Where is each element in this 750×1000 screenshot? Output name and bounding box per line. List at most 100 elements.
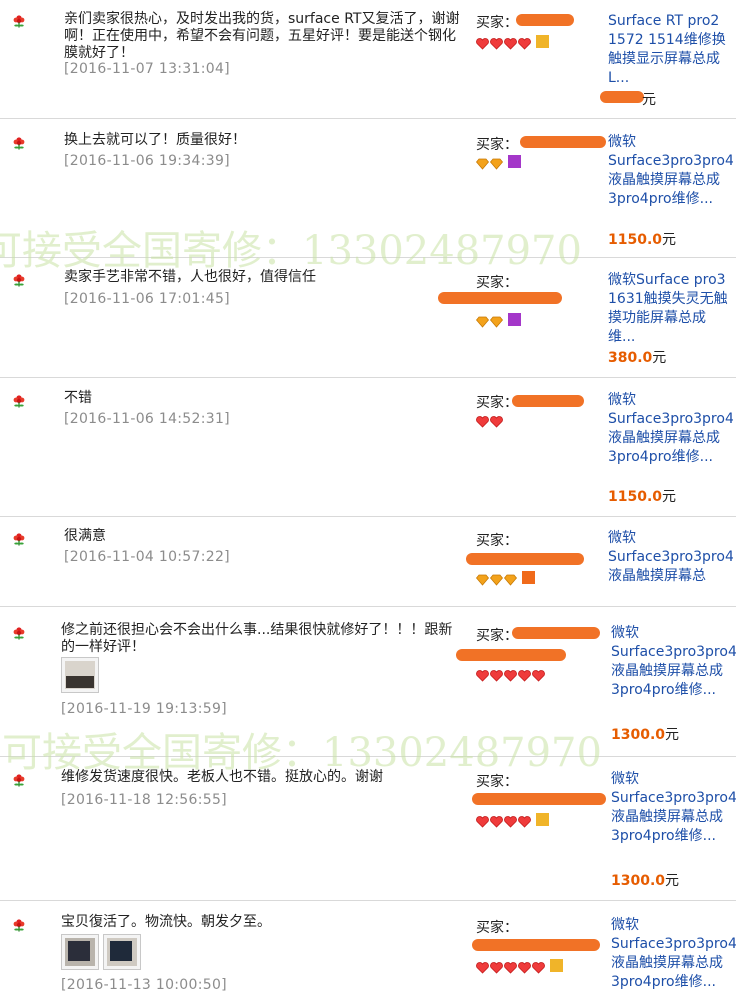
price-value: 1150.0	[608, 232, 663, 248]
price: 380.0元	[608, 347, 666, 367]
flower-icon	[12, 14, 26, 28]
flower-icon	[12, 394, 26, 408]
buyer-rank	[476, 667, 546, 682]
review-date: [2016-11-19 19:13:59]	[61, 701, 227, 717]
redaction-mark	[516, 14, 574, 26]
vip-badge-icon	[536, 35, 549, 48]
heart-rank-icon	[504, 813, 517, 832]
heart-rank-icon	[476, 813, 489, 832]
vip-badge-icon	[508, 313, 521, 326]
heart-rank-icon	[518, 959, 531, 978]
diamond-rank-icon	[503, 571, 518, 590]
review-row: 卖家手艺非常不错，人也很好，值得信任 [2016-11-06 17:01:45]…	[0, 258, 736, 378]
price: 1150.0元	[608, 486, 676, 506]
review-comment: 不错	[64, 390, 92, 406]
review-comment: 换上去就可以了！质量很好！	[64, 132, 246, 148]
product-link[interactable]: 微软Surface3pro3pro4液晶触摸屏幕总	[608, 529, 733, 599]
price-value: 1300.0	[611, 873, 666, 889]
heart-rank-icon	[476, 413, 489, 432]
buyer-rank	[475, 571, 536, 586]
review-comment: 修之前还很担心会不会出什么事...结果很快就修好了！！！跟新的一样好评！	[61, 622, 453, 655]
product-link[interactable]: 微软Surface pro3 1631触摸失灵无触摸功能屏幕总成维...	[608, 271, 733, 347]
price-value: 380.0	[608, 350, 653, 366]
diamond-rank-icon	[489, 313, 504, 332]
buyer-label: 买家：	[476, 920, 518, 936]
flower-icon	[12, 773, 26, 787]
heart-rank-icon	[532, 667, 545, 686]
heart-rank-icon	[490, 35, 503, 54]
flower-icon	[12, 136, 26, 150]
product-link[interactable]: 微软Surface3pro3pro4液晶触摸屏幕总成3pro4pro维修...	[608, 133, 733, 229]
review-photo-thumbnail[interactable]	[61, 657, 99, 693]
heart-rank-icon	[476, 959, 489, 978]
heart-rank-icon	[504, 959, 517, 978]
review-date: [2016-11-06 19:34:39]	[64, 153, 230, 169]
heart-rank-icon	[490, 959, 503, 978]
heart-rank-icon	[490, 413, 503, 432]
product-link[interactable]: 微软Surface3pro3pro4液晶触摸屏幕总成3pro4pro维修...	[611, 624, 736, 720]
redaction-mark	[472, 939, 600, 951]
price: 1300.0元	[611, 870, 679, 890]
buyer-label: 买家：	[476, 533, 518, 549]
heart-rank-icon	[490, 667, 503, 686]
heart-rank-icon	[504, 35, 517, 54]
flower-icon	[12, 273, 26, 287]
review-date: [2016-11-18 12:56:55]	[61, 792, 227, 808]
heart-rank-icon	[504, 667, 517, 686]
price: 元	[642, 89, 656, 109]
review-row: 修之前还很担心会不会出什么事...结果很快就修好了！！！跟新的一样好评！ [20…	[0, 607, 736, 757]
review-row: 不错 [2016-11-06 14:52:31] 买家： 微软Surface3p…	[0, 378, 736, 517]
product-link[interactable]: Surface RT pro2 1572 1514维修换触摸显示屏幕总成L...	[608, 12, 733, 88]
redaction-mark	[600, 91, 644, 103]
redaction-mark	[472, 793, 606, 805]
buyer-rank	[475, 313, 522, 328]
heart-rank-icon	[476, 35, 489, 54]
flower-icon	[12, 626, 26, 640]
heart-rank-icon	[518, 813, 531, 832]
redaction-mark	[512, 627, 600, 639]
review-photo-thumbnail[interactable]	[61, 934, 99, 970]
buyer-rank	[476, 959, 564, 974]
buyer-label: 买家：	[476, 774, 518, 790]
buyer-rank	[475, 155, 522, 170]
review-date: [2016-11-07 13:31:04]	[64, 61, 230, 77]
review-row: 亲们卖家很热心，及时发出我的货，surface RT又复活了，谢谢啊！正在使用中…	[0, 0, 736, 119]
flower-icon	[12, 918, 26, 932]
review-comment: 很满意	[64, 528, 106, 544]
review-comment: 亲们卖家很热心，及时发出我的货，surface RT又复活了，谢谢啊！正在使用中…	[64, 11, 460, 61]
price: 1150.0元	[608, 229, 676, 249]
vip-badge-icon	[550, 959, 563, 972]
product-link[interactable]: 微软Surface3pro3pro4液晶触摸屏幕总成3pro4pro维修...	[611, 770, 736, 866]
redaction-mark	[520, 136, 606, 148]
buyer-label: 买家：	[476, 275, 518, 291]
review-photo-thumbnail[interactable]	[103, 934, 141, 970]
price-value: 1150.0	[608, 489, 663, 505]
heart-rank-icon	[518, 667, 531, 686]
flower-icon	[12, 532, 26, 546]
heart-rank-icon	[532, 959, 545, 978]
buyer-rank	[476, 35, 550, 50]
review-date: [2016-11-06 17:01:45]	[64, 291, 230, 307]
price-unit: 元	[665, 873, 680, 889]
price-unit: 元	[665, 727, 680, 743]
redaction-mark	[438, 292, 562, 304]
price-unit: 元	[662, 232, 677, 248]
product-link[interactable]: 微软Surface3pro3pro4液晶触摸屏幕总成3pro4pro维修...	[608, 391, 733, 487]
review-comment: 卖家手艺非常不错，人也很好，值得信任	[64, 269, 316, 285]
heart-rank-icon	[490, 813, 503, 832]
review-date: [2016-11-04 10:57:22]	[64, 549, 230, 565]
diamond-rank-icon	[475, 571, 490, 590]
price-unit: 元	[642, 92, 656, 108]
diamond-rank-icon	[489, 155, 504, 174]
price-unit: 元	[662, 489, 677, 505]
review-comment: 宝贝復活了。物流快。朝发夕至。	[61, 914, 271, 930]
diamond-rank-icon	[475, 155, 490, 174]
review-row: 很满意 [2016-11-04 10:57:22] 买家： 微软Surface3…	[0, 517, 736, 607]
redaction-mark	[512, 395, 584, 407]
product-link[interactable]: 微软Surface3pro3pro4液晶触摸屏幕总成3pro4pro维修...	[611, 916, 736, 1000]
buyer-label: 买家：	[476, 137, 518, 153]
buyer-rank	[476, 413, 504, 428]
review-date: [2016-11-13 10:00:50]	[61, 977, 227, 993]
redaction-mark	[466, 553, 584, 565]
buyer-label: 买家：	[476, 15, 518, 31]
